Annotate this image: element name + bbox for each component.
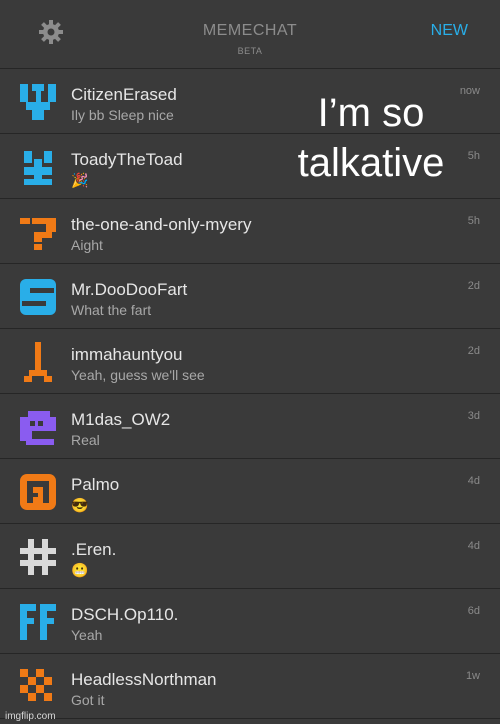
message-time: 2d [467, 280, 480, 292]
message-time: 5h [467, 215, 480, 227]
last-message: Real [71, 432, 100, 448]
last-message: Yeah [71, 627, 103, 643]
last-message: 😬 [71, 562, 89, 578]
contact-name: DSCH.Op110. [71, 605, 179, 624]
message-time: 4d [467, 540, 480, 552]
avatar [20, 539, 56, 575]
chat-row[interactable]: immahauntyou Yeah, guess we'll see 2d [0, 329, 500, 394]
avatar [20, 669, 52, 701]
message-time: 2d [467, 345, 480, 357]
app-header: MEMECHAT BETA NEW [0, 0, 500, 69]
watermark: imgflip.com [5, 711, 56, 722]
chat-row[interactable]: Palmo 😎 4d [0, 459, 500, 524]
message-time: 4d [467, 475, 480, 487]
chat-row[interactable]: DSCH.Op110. Yeah 6d [0, 589, 500, 654]
contact-name: Palmo [71, 475, 120, 494]
app-title: MEMECHAT [202, 22, 298, 39]
last-message: What the fart [71, 302, 152, 318]
chat-row[interactable]: M1das_OW2 Real 3d [0, 394, 500, 459]
contact-name: the-one-and-only-myery [71, 215, 252, 234]
contact-name: ToadyTheToad [71, 150, 183, 169]
message-time: 3d [467, 410, 480, 422]
avatar [20, 474, 56, 510]
chat-row[interactable]: HeadlessNorthman Got it 1w [0, 654, 500, 719]
avatar [20, 279, 56, 315]
avatar [20, 218, 56, 250]
avatar [20, 84, 56, 120]
message-time: 6d [467, 605, 480, 617]
avatar [20, 604, 56, 640]
contact-name: HeadlessNorthman [71, 670, 217, 689]
avatar [24, 342, 52, 382]
contact-name: .Eren. [71, 540, 117, 559]
chat-row[interactable]: Mr.DooDooFart What the fart 2d [0, 264, 500, 329]
last-message: Yeah, guess we'll see [71, 367, 205, 383]
message-time: 1w [465, 670, 480, 682]
new-chat-button[interactable]: NEW [431, 22, 468, 40]
last-message: Got it [71, 692, 105, 708]
last-message: Ily bb Sleep nice [71, 107, 174, 123]
app-subtitle: BETA [237, 46, 263, 56]
chat-row[interactable]: .Eren. 😬 4d [0, 524, 500, 589]
last-message: Aight [71, 237, 103, 253]
chat-row[interactable]: the-one-and-only-myery Aight 5h [0, 199, 500, 264]
last-message: 😎 [71, 497, 89, 513]
contact-name: CitizenErased [71, 85, 177, 104]
meme-caption: I’m so talkative [297, 91, 445, 185]
avatar [20, 411, 56, 445]
contact-name: immahauntyou [71, 345, 183, 364]
last-message: 🎉 [71, 172, 89, 188]
contact-name: Mr.DooDooFart [71, 280, 188, 299]
avatar [24, 151, 52, 185]
contact-name: M1das_OW2 [71, 410, 171, 429]
